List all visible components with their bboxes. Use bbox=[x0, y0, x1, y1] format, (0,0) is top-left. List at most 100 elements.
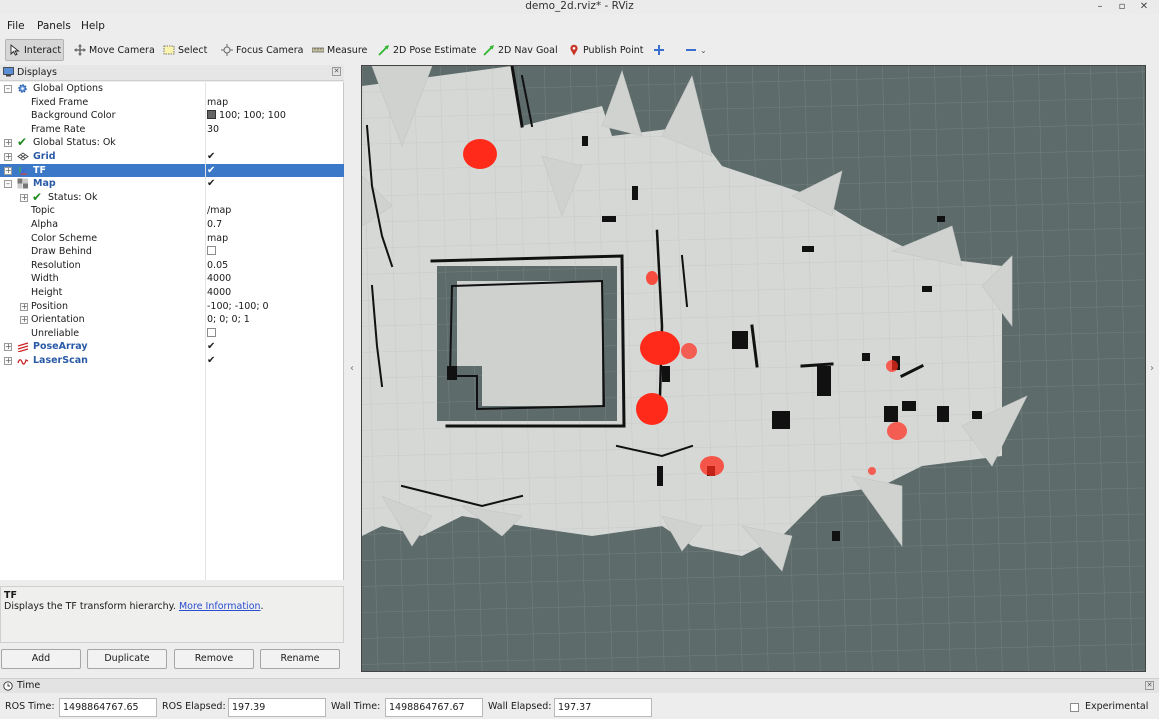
property-name: Height bbox=[31, 287, 63, 298]
expand-icon[interactable]: + bbox=[20, 302, 28, 311]
map-enabled-checkbox[interactable]: ✔ bbox=[207, 177, 215, 191]
collapse-right-icon[interactable]: › bbox=[1150, 363, 1154, 374]
expand-icon[interactable]: + bbox=[20, 316, 28, 325]
alpha-value[interactable]: 0.7 bbox=[207, 218, 222, 232]
ros-time-field[interactable]: 1498864767.65 bbox=[59, 698, 157, 717]
checkmark-icon: ✔ bbox=[32, 189, 43, 204]
map-render bbox=[362, 66, 1145, 671]
close-icon[interactable]: ✕ bbox=[1136, 0, 1152, 13]
select-tool-button[interactable]: Select bbox=[160, 39, 210, 61]
tree-row-unreliable[interactable]: Unreliable bbox=[0, 327, 344, 341]
focus-camera-tool-button[interactable]: Focus Camera bbox=[218, 39, 306, 61]
position-value[interactable]: -100; -100; 0 bbox=[207, 300, 269, 314]
close-time-panel-icon[interactable]: ✕ bbox=[1145, 681, 1154, 690]
rename-button[interactable]: Rename bbox=[260, 649, 340, 669]
close-panel-icon[interactable]: ✕ bbox=[332, 67, 341, 76]
laserscan-enabled-checkbox[interactable]: ✔ bbox=[207, 354, 215, 368]
tree-row-fixed-frame[interactable]: Fixed Frame map bbox=[0, 96, 344, 110]
tree-row-map[interactable]: – Map ✔ bbox=[0, 177, 344, 191]
resolution-value[interactable]: 0.05 bbox=[207, 259, 228, 273]
publish-point-label: Publish Point bbox=[583, 44, 644, 56]
nav-goal-tool-button[interactable]: 2D Nav Goal bbox=[480, 39, 561, 61]
frame-rate-value[interactable]: 30 bbox=[207, 123, 219, 137]
tree-row-frame-rate[interactable]: Frame Rate 30 bbox=[0, 123, 344, 137]
pose-estimate-label: 2D Pose Estimate bbox=[393, 44, 477, 56]
tree-row-background-color[interactable]: Background Color 100; 100; 100 bbox=[0, 109, 344, 123]
add-tool-button[interactable] bbox=[650, 39, 668, 61]
tree-row-posearray[interactable]: + PoseArray ✔ bbox=[0, 340, 344, 354]
expand-icon[interactable]: + bbox=[4, 357, 12, 365]
wall-time-label: Wall Time: bbox=[331, 701, 381, 712]
wall-elapsed-field[interactable]: 197.37 bbox=[554, 698, 652, 717]
menu-bar: File Panels Help bbox=[0, 17, 300, 35]
tree-row-draw-behind[interactable]: Draw Behind bbox=[0, 245, 344, 259]
collapse-left-icon[interactable]: ‹ bbox=[350, 363, 354, 374]
topic-value[interactable]: /map bbox=[207, 204, 231, 218]
menu-help[interactable]: Help bbox=[81, 17, 105, 35]
tf-label: TF bbox=[33, 164, 46, 176]
tree-row-resolution[interactable]: Resolution 0.05 bbox=[0, 259, 344, 273]
tf-enabled-checkbox[interactable]: ✔ bbox=[207, 164, 215, 178]
chevron-down-icon[interactable]: ⌄ bbox=[700, 46, 707, 55]
tree-row-laserscan[interactable]: + LaserScan ✔ bbox=[0, 354, 344, 368]
unreliable-checkbox[interactable] bbox=[207, 327, 216, 341]
map-icon bbox=[17, 178, 29, 190]
property-name: Unreliable bbox=[31, 327, 80, 339]
tree-row-topic[interactable]: Topic /map bbox=[0, 204, 344, 218]
expand-icon[interactable]: + bbox=[4, 343, 12, 352]
tree-row-grid[interactable]: + Grid ✔ bbox=[0, 150, 344, 164]
property-name: Position bbox=[31, 300, 68, 312]
add-button[interactable]: Add bbox=[1, 649, 81, 669]
tree-row-color-scheme[interactable]: Color Scheme map bbox=[0, 232, 344, 246]
draw-behind-checkbox[interactable] bbox=[207, 245, 216, 259]
map-label: Map bbox=[33, 178, 56, 190]
color-swatch bbox=[207, 110, 216, 120]
posearray-enabled-checkbox[interactable]: ✔ bbox=[207, 340, 215, 354]
publish-point-tool-button[interactable]: Publish Point bbox=[565, 39, 646, 61]
measure-label: Measure bbox=[327, 44, 368, 56]
collapse-icon[interactable]: – bbox=[4, 180, 12, 189]
move-camera-tool-button[interactable]: Move Camera bbox=[71, 39, 158, 61]
wall-time-field[interactable]: 1498864767.67 bbox=[385, 698, 483, 717]
tree-row-position[interactable]: + Position -100; -100; 0 bbox=[0, 300, 344, 314]
ros-elapsed-field[interactable]: 197.39 bbox=[228, 698, 326, 717]
laser-scan-icon bbox=[17, 355, 29, 367]
expand-icon[interactable]: + bbox=[4, 153, 12, 161]
focus-camera-label: Focus Camera bbox=[236, 44, 304, 56]
experimental-checkbox[interactable] bbox=[1070, 703, 1079, 712]
fixed-frame-value[interactable]: map bbox=[207, 96, 228, 110]
width-value[interactable]: 4000 bbox=[207, 272, 231, 286]
tree-row-alpha[interactable]: Alpha 0.7 bbox=[0, 218, 344, 232]
tree-row-orientation[interactable]: + Orientation 0; 0; 0; 1 bbox=[0, 313, 344, 327]
expand-icon[interactable]: + bbox=[4, 139, 12, 148]
menu-file[interactable]: File bbox=[7, 17, 25, 35]
height-value[interactable]: 4000 bbox=[207, 286, 231, 300]
remove-tool-button[interactable]: ⌄ bbox=[682, 39, 710, 61]
menu-panels[interactable]: Panels bbox=[37, 17, 71, 35]
column-divider[interactable] bbox=[205, 82, 206, 580]
orientation-value[interactable]: 0; 0; 0; 1 bbox=[207, 313, 250, 327]
render-viewport[interactable] bbox=[361, 65, 1146, 672]
interact-tool-button[interactable]: Interact bbox=[5, 39, 64, 61]
background-color-value[interactable]: 100; 100; 100 bbox=[207, 109, 286, 123]
pose-estimate-tool-button[interactable]: 2D Pose Estimate bbox=[375, 39, 479, 61]
expand-icon[interactable]: + bbox=[20, 193, 28, 202]
grid-enabled-checkbox[interactable]: ✔ bbox=[207, 150, 215, 164]
tree-row-map-status[interactable]: + ✔ Status: Ok bbox=[0, 191, 344, 205]
tree-row-global-status[interactable]: + ✔ Global Status: Ok bbox=[0, 136, 344, 150]
tree-row-global-options[interactable]: – Global Options bbox=[0, 82, 344, 96]
posearray-label: PoseArray bbox=[33, 341, 88, 353]
expand-icon[interactable]: + bbox=[4, 166, 12, 175]
global-status-label: Global Status: Ok bbox=[33, 137, 116, 149]
duplicate-button[interactable]: Duplicate bbox=[87, 649, 167, 669]
color-scheme-value[interactable]: map bbox=[207, 232, 228, 246]
remove-button[interactable]: Remove bbox=[174, 649, 254, 669]
minimize-icon[interactable]: – bbox=[1092, 0, 1108, 13]
collapse-icon[interactable]: – bbox=[4, 85, 12, 93]
tree-row-height[interactable]: Height 4000 bbox=[0, 286, 344, 300]
maximize-icon[interactable]: ▫ bbox=[1114, 0, 1130, 13]
tree-row-width[interactable]: Width 4000 bbox=[0, 272, 344, 286]
tree-row-tf[interactable]: + TF ✔ bbox=[0, 163, 344, 178]
measure-tool-button[interactable]: Measure bbox=[309, 39, 370, 61]
more-information-link[interactable]: More Information bbox=[179, 601, 261, 612]
